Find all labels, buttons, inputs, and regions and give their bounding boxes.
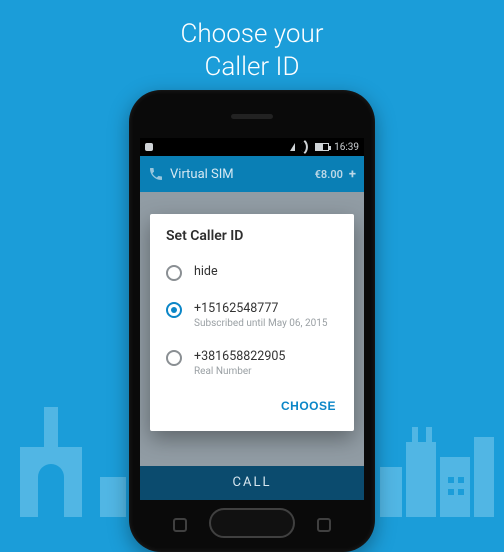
add-icon[interactable]: + — [349, 167, 356, 182]
status-bar: 16:39 — [140, 138, 364, 156]
app-title: Virtual SIM — [170, 167, 309, 182]
option-sublabel: Subscribed until May 06, 2015 — [194, 318, 327, 329]
app-header: Virtual SIM €8.00 + — [140, 156, 364, 192]
promo-line2: Caller ID — [204, 52, 299, 82]
option-label: hide — [194, 264, 218, 279]
radio-icon — [166, 265, 182, 281]
option-hide[interactable]: hide — [150, 254, 354, 291]
phone-screen: 16:39 Virtual SIM €8.00 + Set Caller ID … — [140, 138, 364, 500]
option-sublabel: Real Number — [194, 366, 285, 377]
option-virtual-number[interactable]: +15162548777 Subscribed until May 06, 20… — [150, 291, 354, 339]
phone-icon — [148, 166, 164, 182]
choose-button[interactable]: CHOOSE — [277, 393, 340, 419]
option-label: +381658822905 — [194, 349, 285, 364]
caller-id-dialog: Set Caller ID hide +15162548777 Subscrib… — [150, 214, 354, 431]
signal-icon — [290, 143, 295, 151]
dialog-title: Set Caller ID — [150, 228, 354, 254]
option-real-number[interactable]: +381658822905 Real Number — [150, 339, 354, 387]
balance-label: €8.00 — [315, 168, 343, 181]
radio-icon — [166, 350, 182, 366]
app-body: Set Caller ID hide +15162548777 Subscrib… — [140, 192, 364, 500]
status-time: 16:39 — [334, 142, 359, 153]
capacitive-recent-icon — [317, 518, 331, 532]
capacitive-back-icon — [173, 518, 187, 532]
promo-title: Choose your Caller ID — [0, 0, 504, 83]
wifi-icon — [300, 142, 310, 152]
battery-icon — [315, 143, 329, 151]
promo-line1: Choose your — [180, 19, 323, 49]
call-button[interactable]: CALL — [140, 466, 364, 500]
notification-icon — [145, 143, 153, 151]
phone-frame: 16:39 Virtual SIM €8.00 + Set Caller ID … — [129, 90, 375, 552]
radio-icon — [166, 302, 182, 318]
option-label: +15162548777 — [194, 301, 327, 316]
